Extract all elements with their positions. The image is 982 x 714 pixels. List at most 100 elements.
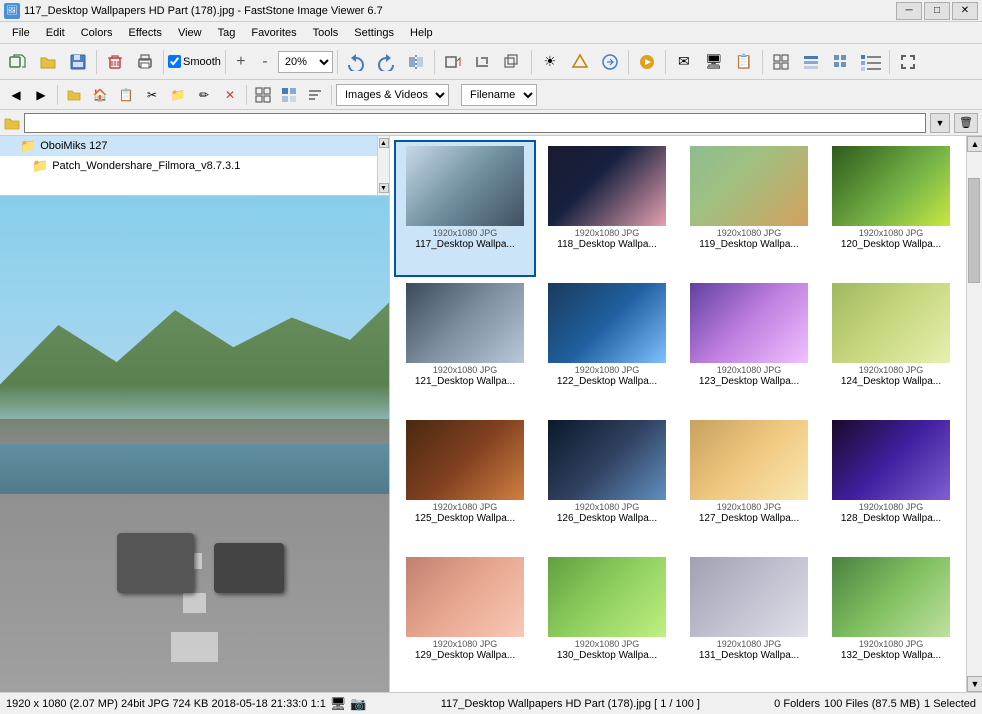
filter-select[interactable]: Images & Videos Images Only Videos Only … <box>336 84 449 106</box>
tree-item-oboiMiks[interactable]: 📁 OboiMiks 127 <box>0 136 377 156</box>
flip-h-button[interactable] <box>402 48 430 76</box>
tree-scroll-up[interactable]: ▲ <box>379 138 389 148</box>
back-button[interactable]: ◀ <box>4 83 28 107</box>
thumb-name-9: 125_Desktop Wallpa... <box>405 513 525 524</box>
thumb-item-14[interactable]: 1920x1080 JPG130_Desktop Wallpa... <box>536 551 678 688</box>
status-filename: 117_Desktop Wallpapers HD Part (178).jpg… <box>375 698 767 710</box>
address-input[interactable]: D:\1_18.08\Oboi\OboiMiks 127\ <box>24 113 926 133</box>
view-details-button[interactable] <box>857 48 885 76</box>
zoom-select[interactable]: 5%10%20%25% 33%50%75%100% <box>278 51 333 73</box>
zoom-in-button[interactable]: + <box>230 51 252 73</box>
nav-home-button[interactable]: 🏠 <box>88 83 112 107</box>
open-file-button[interactable] <box>4 48 32 76</box>
menu-tag[interactable]: Tag <box>210 25 244 41</box>
rotate-right-button[interactable] <box>372 48 400 76</box>
thumb-item-8[interactable]: 1920x1080 JPG124_Desktop Wallpa... <box>820 277 962 414</box>
toolbar: Smooth + - 5%10%20%25% 33%50%75%100% ☀ ✉ <box>0 44 982 80</box>
thumb-item-6[interactable]: 1920x1080 JPG122_Desktop Wallpa... <box>536 277 678 414</box>
tree-item-patch[interactable]: 📁 Patch_Wondershare_Filmora_v8.7.3.1 <box>0 156 377 176</box>
thumb-image-15 <box>690 557 808 637</box>
maximize-button[interactable]: □ <box>924 2 950 20</box>
nav-move-button[interactable]: ✂ <box>140 83 164 107</box>
separator-2 <box>163 50 164 74</box>
nav-open-button[interactable] <box>62 83 86 107</box>
nav-copy-button[interactable]: 📋 <box>114 83 138 107</box>
thumb-meta-10: 1920x1080 JPG <box>575 502 640 512</box>
menu-effects[interactable]: Effects <box>121 25 170 41</box>
email-button[interactable]: ✉ <box>670 48 698 76</box>
thumb-item-2[interactable]: 1920x1080 JPG118_Desktop Wallpa... <box>536 140 678 277</box>
brightness-button[interactable]: ☀ <box>536 48 564 76</box>
save-button[interactable] <box>64 48 92 76</box>
thumb-item-12[interactable]: 1920x1080 JPG128_Desktop Wallpa... <box>820 414 962 551</box>
thumb-image-7 <box>690 283 808 363</box>
menu-file[interactable]: File <box>4 25 38 41</box>
delete-button[interactable] <box>101 48 129 76</box>
thumb-name-13: 129_Desktop Wallpa... <box>405 650 525 661</box>
open-folder-button[interactable] <box>34 48 62 76</box>
nav-sort-button[interactable] <box>303 83 327 107</box>
smooth-checkbox[interactable] <box>168 55 181 68</box>
sharpen-button[interactable] <box>566 48 594 76</box>
view-grid-button[interactable] <box>827 48 855 76</box>
thumb-item-13[interactable]: 1920x1080 JPG129_Desktop Wallpa... <box>394 551 536 688</box>
thumb-item-16[interactable]: 1920x1080 JPG132_Desktop Wallpa... <box>820 551 962 688</box>
smooth-label: Smooth <box>183 56 221 68</box>
thumb-item-4[interactable]: 1920x1080 JPG120_Desktop Wallpa... <box>820 140 962 277</box>
menu-settings[interactable]: Settings <box>346 25 402 41</box>
nav-bar: ◀ ▶ 🏠 📋 ✂ 📁 ✏ ✕ Images & Videos Images O… <box>0 80 982 110</box>
menu-favorites[interactable]: Favorites <box>243 25 304 41</box>
delete-path-button[interactable]: 🗑 <box>954 113 978 133</box>
menu-view[interactable]: View <box>170 25 210 41</box>
tree-scroll-down[interactable]: ▼ <box>379 183 389 193</box>
separator-1 <box>96 50 97 74</box>
status-counts: 0 Folders 100 Files (87.5 MB) 1 Selected <box>774 698 976 710</box>
nav-thumb-size-button[interactable] <box>277 83 301 107</box>
nav-new-folder-button[interactable]: 📁 <box>166 83 190 107</box>
thumb-item-1[interactable]: 1920x1080 JPG117_Desktop Wallpa... <box>394 140 536 277</box>
view-list-button[interactable] <box>797 48 825 76</box>
scrollbar: ▲ ▼ <box>966 136 982 692</box>
rotate-left-button[interactable] <box>342 48 370 76</box>
menu-colors[interactable]: Colors <box>73 25 121 41</box>
menu-tools[interactable]: Tools <box>305 25 347 41</box>
thumb-item-3[interactable]: 1920x1080 JPG119_Desktop Wallpa... <box>678 140 820 277</box>
clone-button[interactable] <box>499 48 527 76</box>
thumb-meta-15: 1920x1080 JPG <box>717 639 782 649</box>
zoom-group: + - 5%10%20%25% 33%50%75%100% <box>230 51 333 73</box>
thumb-item-10[interactable]: 1920x1080 JPG126_Desktop Wallpa... <box>536 414 678 551</box>
scroll-thumb[interactable] <box>968 178 980 283</box>
smooth-checkbox-label[interactable]: Smooth <box>168 55 221 68</box>
batch-button[interactable] <box>767 48 795 76</box>
print-button[interactable] <box>131 48 159 76</box>
thumb-item-7[interactable]: 1920x1080 JPG123_Desktop Wallpa... <box>678 277 820 414</box>
thumb-image-8 <box>832 283 950 363</box>
copy-button[interactable]: 📋 <box>730 48 758 76</box>
thumb-item-11[interactable]: 1920x1080 JPG127_Desktop Wallpa... <box>678 414 820 551</box>
scroll-up-button[interactable]: ▲ <box>967 136 982 152</box>
thumb-item-5[interactable]: 1920x1080 JPG121_Desktop Wallpa... <box>394 277 536 414</box>
zoom-out-button[interactable]: - <box>254 51 276 73</box>
sort-select[interactable]: Filename Date Size Type <box>461 84 537 106</box>
thumb-name-8: 124_Desktop Wallpa... <box>831 376 951 387</box>
convert-button[interactable] <box>596 48 624 76</box>
crop-button[interactable] <box>469 48 497 76</box>
menu-edit[interactable]: Edit <box>38 25 73 41</box>
thumb-image-5 <box>406 283 524 363</box>
nav-rename-button[interactable]: ✏ <box>192 83 216 107</box>
forward-button[interactable]: ▶ <box>29 83 53 107</box>
nav-delete-button[interactable]: ✕ <box>218 83 242 107</box>
nav-select-all-button[interactable] <box>251 83 275 107</box>
thumb-item-15[interactable]: 1920x1080 JPG131_Desktop Wallpa... <box>678 551 820 688</box>
thumb-meta-11: 1920x1080 JPG <box>717 502 782 512</box>
addr-go-button[interactable]: ▼ <box>930 113 950 133</box>
minimize-button[interactable]: ─ <box>896 2 922 20</box>
wallpaper-button[interactable]: 🖥 <box>700 48 728 76</box>
slideshow-button[interactable] <box>633 48 661 76</box>
thumb-item-9[interactable]: 1920x1080 JPG125_Desktop Wallpa... <box>394 414 536 551</box>
scroll-down-button[interactable]: ▼ <box>967 676 982 692</box>
menu-help[interactable]: Help <box>402 25 441 41</box>
fullscreen-button[interactable] <box>894 48 922 76</box>
close-button[interactable]: ✕ <box>952 2 978 20</box>
resize-button[interactable] <box>439 48 467 76</box>
